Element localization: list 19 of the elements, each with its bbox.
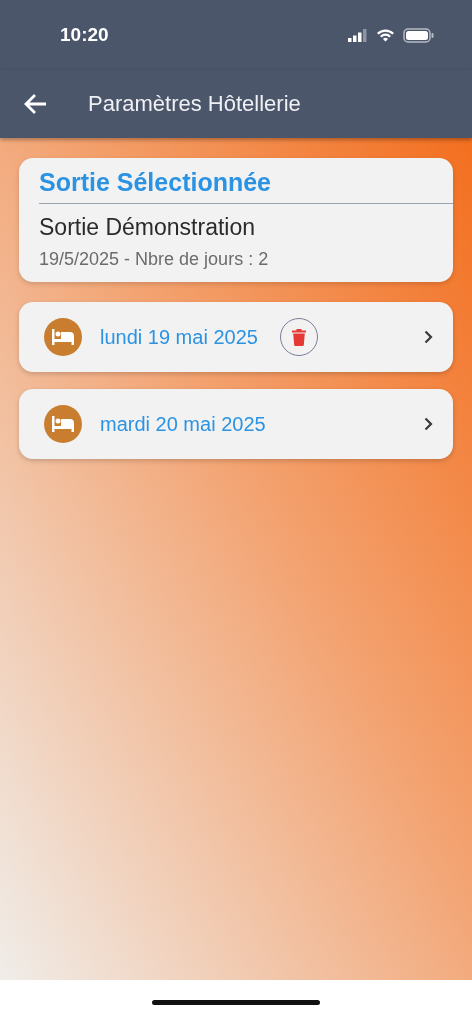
battery-icon (403, 27, 434, 43)
card-heading: Sortie Sélectionnée (39, 168, 273, 197)
signal-icon (348, 28, 368, 42)
bed-icon (44, 318, 82, 356)
back-arrow-icon (22, 92, 48, 116)
bed-icon (44, 405, 82, 443)
home-indicator[interactable] (152, 999, 320, 1005)
status-time: 10:20 (60, 24, 109, 46)
chevron-right-icon (424, 417, 433, 431)
wifi-icon (376, 28, 395, 42)
chevron-right-icon (424, 330, 433, 344)
screen-title: Paramètres Hôtellerie (88, 91, 301, 117)
outing-name: Sortie Démonstration (39, 214, 257, 241)
day-label: lundi 19 mai 2025 (100, 325, 258, 349)
day-item[interactable]: lundi 19 mai 2025 (19, 302, 453, 372)
trash-icon (291, 328, 306, 346)
outing-info: 19/5/2025 - Nbre de jours : 2 (39, 249, 270, 270)
day-label: mardi 20 mai 2025 (100, 412, 266, 436)
day-item[interactable]: mardi 20 mai 2025 (19, 389, 453, 459)
